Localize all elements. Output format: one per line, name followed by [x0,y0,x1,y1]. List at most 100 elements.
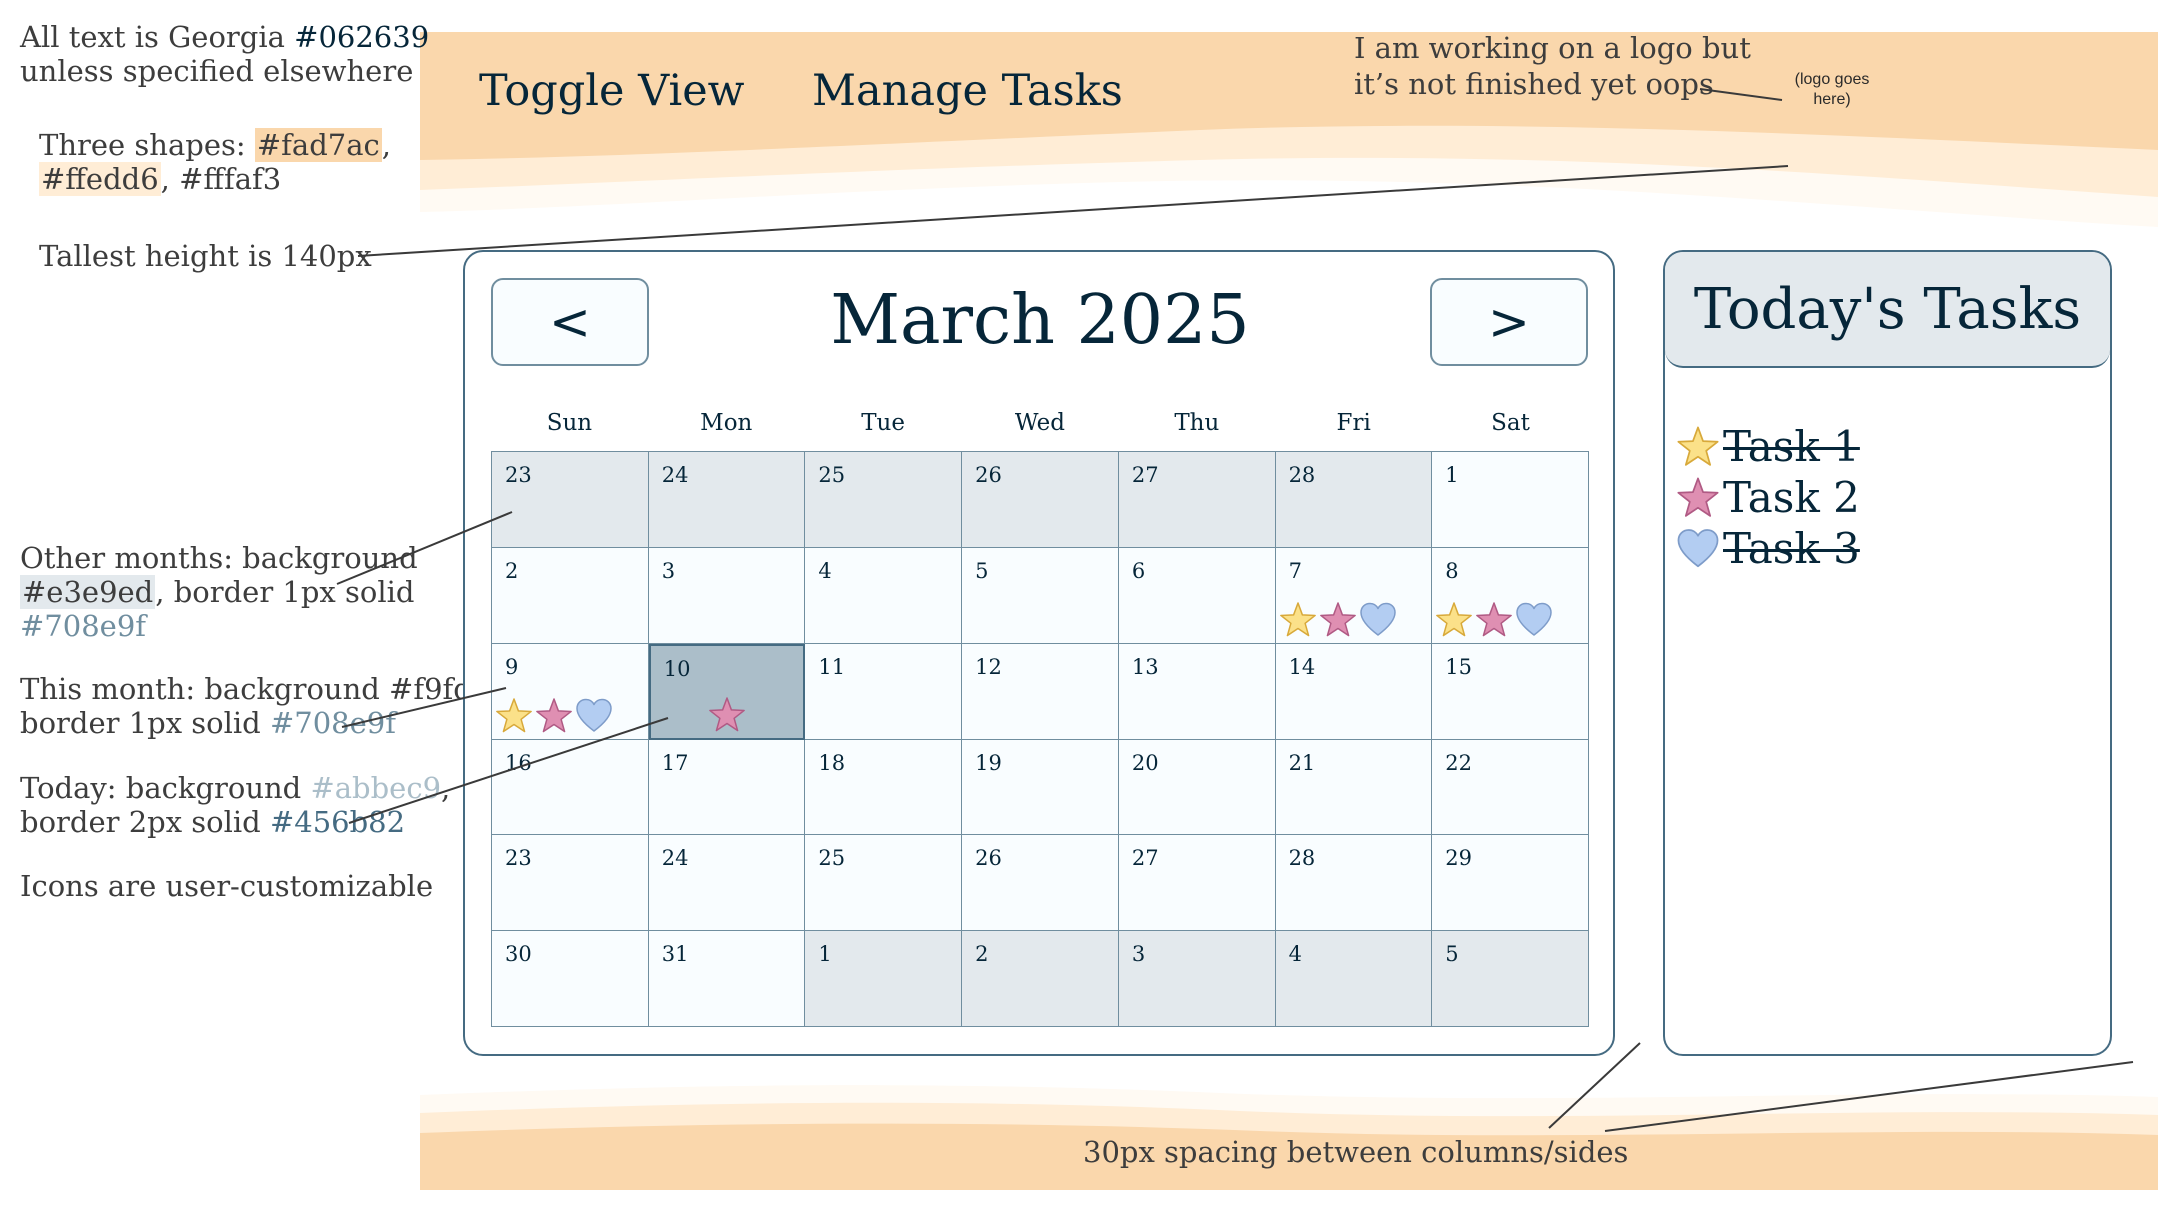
task-item[interactable]: Task 2 [1675,473,1860,523]
height-note: Tallest height is 140px [39,239,372,273]
calendar-day[interactable]: 26 [962,835,1119,932]
calendar-day[interactable]: 20 [1118,739,1276,836]
font-note-color: #062639 [294,20,430,54]
calendar-day[interactable]: 4 [805,547,963,644]
calendar-day[interactable]: 23 [492,835,649,932]
calendar-day[interactable]: 28 [1275,835,1433,932]
calendar-day-other-month[interactable]: 24 [648,452,806,548]
day-icons [1278,600,1398,640]
this-month-border-text: border 1px solid [20,706,270,740]
yellow-star-icon [496,697,532,732]
day-number: 4 [818,558,832,583]
other-months-bg-color: #e3e9ed [20,575,156,609]
font-note-text: All text is Georgia [20,20,295,54]
day-number: 19 [975,750,1002,775]
calendar-day[interactable]: 11 [805,643,963,740]
day-icons [1434,600,1554,640]
calendar-day[interactable]: 29 [1432,835,1589,932]
calendar-day[interactable]: 2 [492,547,649,644]
prev-month-button[interactable]: < [491,278,649,366]
calendar-day-other-month[interactable]: 4 [1275,931,1433,1027]
calendar-day[interactable]: 5 [962,547,1119,644]
day-number: 29 [1445,846,1473,871]
day-number: 5 [1445,942,1459,967]
calendar-day-today[interactable]: 10 [648,643,806,740]
calendar-day-other-month[interactable]: 1 [805,931,963,1027]
weekday-sun: Sun [546,410,593,436]
calendar-day[interactable]: 14 [1275,643,1433,740]
calendar-day[interactable]: 15 [1432,643,1589,740]
manage-tasks-button[interactable]: Manage Tasks [812,66,1123,116]
task-label: Task 2 [1723,473,1860,522]
calendar-day-other-month[interactable]: 3 [1118,931,1276,1027]
footer-wave-shape [420,1085,2158,1190]
calendar-day[interactable]: 24 [648,835,806,932]
this-month-border-color: #708e9f [269,706,396,740]
day-number: 22 [1445,750,1473,775]
calendar-day[interactable]: 6 [1118,547,1276,644]
this-month-note: This month: background #f9fdff, border 1… [20,672,501,740]
day-number: 25 [818,463,846,487]
shapes-color-1: #fad7ac [254,128,382,162]
day-number: 25 [818,846,846,871]
day-icons [494,696,614,736]
day-number: 30 [505,942,532,967]
day-number: 26 [975,463,1002,487]
task-label: Task 1 [1723,422,1860,471]
calendar-day[interactable]: 13 [1118,643,1276,740]
font-note: All text is Georgia #062639 unless speci… [20,20,429,88]
calendar-day-other-month[interactable]: 25 [805,452,963,548]
calendar-day[interactable]: 12 [962,643,1119,740]
day-number: 15 [1445,654,1473,679]
other-months-note: Other months: background #e3e9ed, border… [20,541,418,643]
calendar-day[interactable]: 25 [805,835,963,932]
calendar-day-other-month[interactable]: 26 [962,452,1119,548]
today-border-text: border 2px solid [20,805,270,839]
calendar-day[interactable]: 22 [1432,739,1589,836]
yellow-star-icon [1279,601,1316,636]
task-label: Task 3 [1723,524,1860,573]
pink-star-icon [1476,601,1513,636]
yellow-star-icon [1677,426,1719,466]
calendar-day[interactable]: 3 [648,547,806,644]
calendar-day[interactable]: 30 [492,931,649,1027]
blue-heart-icon [1677,529,1719,568]
calendar-day[interactable]: 21 [1275,739,1433,836]
calendar-day[interactable]: 7 [1275,547,1433,644]
calendar-day[interactable]: 27 [1118,835,1276,932]
calendar-day-other-month[interactable]: 2 [962,931,1119,1027]
day-number: 26 [975,846,1002,871]
day-number: 24 [661,846,689,871]
icons-note: Icons are user-customizable [20,869,434,903]
task-item[interactable]: Task 3 [1675,524,1860,574]
calendar-day[interactable]: 8 [1432,547,1589,644]
day-number: 27 [1131,846,1159,871]
calendar-day-other-month[interactable]: 23 [492,452,649,548]
calendar-day[interactable]: 9 [492,643,649,740]
other-months-mid: , border 1px solid [155,575,415,609]
day-number: 3 [1131,942,1146,967]
day-number: 31 [661,942,689,967]
weekday-header-row: Sun Mon Tue Wed Thu Fri Sat [491,406,1589,440]
day-number: 21 [1288,750,1316,775]
calendar-day[interactable]: 16 [492,739,649,836]
calendar-day[interactable]: 19 [962,739,1119,836]
day-icons [707,695,747,735]
calendar-day[interactable]: 31 [648,931,806,1027]
calendar-day[interactable]: 1 [1432,452,1589,548]
day-number: 17 [661,750,689,775]
calendar-day-other-month[interactable]: 27 [1118,452,1276,548]
day-number: 7 [1288,558,1302,583]
calendar-day[interactable]: 17 [648,739,806,836]
day-number: 2 [505,558,519,583]
calendar-day[interactable]: 18 [805,739,963,836]
task-item[interactable]: Task 1 [1675,422,1860,472]
calendar-day-other-month[interactable]: 28 [1275,452,1433,548]
calendar-grid: 23 24 25 26 27 28 1 2 3 4 5 6 7 8 9 10 11 12 13 14 15 16 17 18 1… [491,451,1589,1027]
toggle-view-button[interactable]: Toggle View [479,66,744,116]
day-number: 28 [1288,463,1316,487]
calendar-day-other-month[interactable]: 5 [1432,931,1589,1027]
shapes-note: Three shapes: #fad7ac, #ffedd6, #fffaf3 [39,128,391,196]
day-number: 8 [1445,558,1459,583]
next-month-button[interactable]: > [1430,278,1588,366]
